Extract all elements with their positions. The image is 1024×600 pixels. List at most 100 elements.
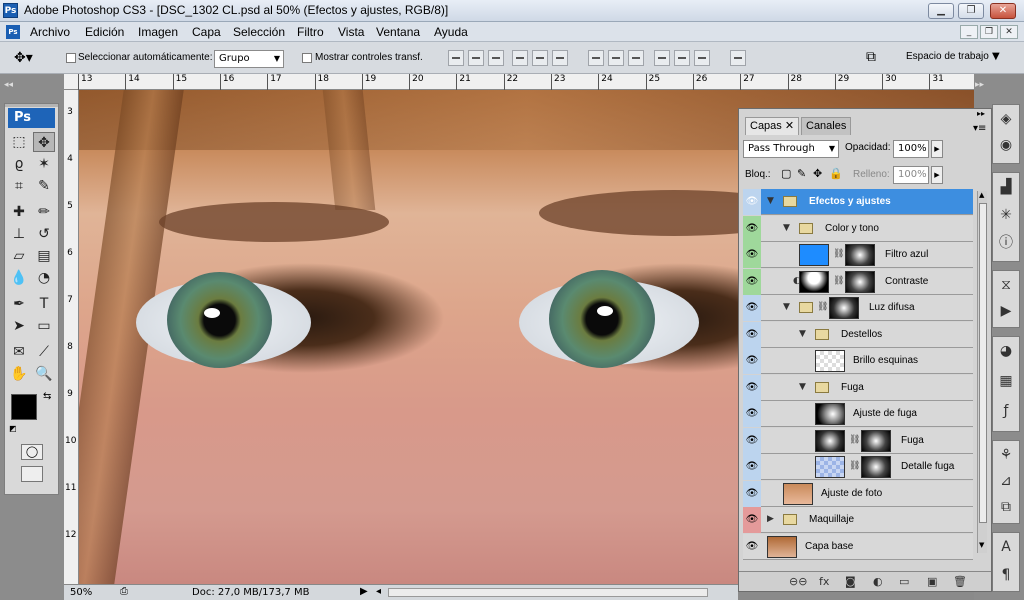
pen-tool-icon[interactable]: ✒ [8,294,30,314]
visibility-eye-icon[interactable]: 👁 [743,534,761,560]
layer-row[interactable]: 👁 ▼ Color y tono [743,215,973,242]
document-icon[interactable]: Ps [6,25,20,39]
opacity-input[interactable]: 100% [893,140,929,158]
path-selection-tool-icon[interactable]: ➤ [8,316,30,336]
link-layers-icon[interactable]: ⊖⊖ [789,575,807,588]
add-mask-icon[interactable]: ◙ [845,575,856,588]
doc-minimize-button[interactable]: _ [960,25,978,39]
layer-row[interactable]: 👁 ⛓ Detalle fuga [743,454,973,480]
auto-select-checkbox[interactable] [66,53,76,63]
menu-imagen[interactable]: Imagen [138,25,178,39]
auto-select-dropdown[interactable]: Grupo ▼ [214,50,284,68]
brush-tool-icon[interactable]: ✏ [33,202,55,222]
info-icon[interactable]: ⓘ [996,233,1016,253]
expand-triangle-icon[interactable]: ▼ [799,329,806,339]
channels-icon[interactable]: ◉ [996,135,1016,155]
doc-close-button[interactable]: ✕ [1000,25,1018,39]
tool-presets-icon[interactable]: ⊿ [996,471,1016,491]
export-icon[interactable]: ⎙ [120,586,128,597]
foreground-color-swatch[interactable] [11,394,37,420]
layer-thumbnail[interactable] [767,535,797,558]
clone-stamp-tool-icon[interactable]: ⊥ [8,224,30,244]
lock-position-icon[interactable]: ✥ [813,167,822,180]
clone-source-icon[interactable]: ⧉ [996,497,1016,517]
status-menu-arrow-icon[interactable]: ▶ [360,586,368,597]
visibility-eye-icon[interactable]: 👁 [743,507,761,533]
visibility-eye-icon[interactable]: 👁 [743,454,761,480]
histogram-icon[interactable]: ▟ [996,177,1016,197]
layer-style-icon[interactable]: fx [819,575,829,588]
layer-thumbnail[interactable] [799,244,829,266]
collapse-arrows-icon[interactable]: ◂◂ [4,80,13,90]
paragraph-icon[interactable]: ¶ [996,565,1016,585]
scroll-left-arrow-icon[interactable]: ◂ [376,586,381,597]
history-brush-tool-icon[interactable]: ↺ [33,224,55,244]
menu-ventana[interactable]: Ventana [376,25,420,39]
layer-thumbnail[interactable] [815,350,845,372]
swatches-icon[interactable]: ▦ [996,371,1016,391]
move-tool-icon[interactable]: ✥▾ [14,50,33,66]
new-adjustment-icon[interactable]: ◐ [873,575,883,588]
menu-seleccion[interactable]: Selección [233,25,285,39]
visibility-eye-icon[interactable]: 👁 [743,427,761,454]
auto-align-button[interactable] [730,50,746,66]
zoom-tool-icon[interactable]: 🔍 [33,364,55,384]
styles-icon[interactable]: ƒ [996,401,1016,421]
expand-triangle-icon[interactable]: ▶ [767,514,774,524]
tools-panel-header[interactable] [5,104,58,107]
lock-pixels-icon[interactable]: ✎ [797,167,806,180]
type-tool-icon[interactable]: T [33,294,55,314]
crop-tool-icon[interactable]: ⌗ [8,176,30,196]
link-icon[interactable]: ⛓ [833,276,844,286]
scroll-down-icon[interactable]: ▼ [979,541,984,549]
tab-capas[interactable]: Capas ✕ [745,117,800,135]
maximize-button[interactable]: ❐ [958,3,984,19]
layer-mask-thumbnail[interactable] [845,244,875,266]
zoom-level[interactable]: 50% [70,587,92,598]
navigator-icon[interactable]: ✳ [996,205,1016,225]
menu-capa[interactable]: Capa [192,25,221,39]
visibility-eye-icon[interactable]: 👁 [743,215,761,242]
quick-mask-button[interactable]: ◯ [21,444,43,460]
show-transform-checkbox[interactable] [302,53,312,63]
link-icon[interactable]: ⛓ [849,461,860,471]
distribute-vcenter-button[interactable] [608,50,624,66]
color-icon[interactable]: ◕ [996,341,1016,361]
layers-icon[interactable]: ◈ [996,109,1016,129]
layer-row[interactable]: 👁 ▼ Efectos y ajustes [743,189,973,215]
layers-scroll-thumb[interactable] [979,203,987,523]
blend-mode-dropdown[interactable]: Pass Through ▼ [743,140,839,158]
distribute-hcenter-button[interactable] [674,50,690,66]
magic-wand-tool-icon[interactable]: ✶ [33,154,55,174]
workspace-menu[interactable]: Espacio de trabajo [906,51,989,62]
scroll-up-icon[interactable]: ▲ [979,191,984,199]
menu-archivo[interactable]: Archivo [30,25,70,39]
brushes-icon[interactable]: ⚘ [996,445,1016,465]
layer-thumbnail[interactable] [815,456,845,478]
visibility-eye-icon[interactable]: 👁 [743,295,761,321]
marquee-tool-icon[interactable]: ⬚ [8,132,30,152]
delete-layer-icon[interactable]: 🗑 [953,575,967,588]
expand-triangle-icon[interactable]: ▼ [767,196,774,206]
distribute-top-button[interactable] [588,50,604,66]
menu-filtro[interactable]: Filtro [297,25,324,39]
panel-collapse-icon[interactable]: ▸▸ [977,109,985,118]
opacity-arrow-icon[interactable]: ▶ [931,140,943,158]
distribute-bottom-button[interactable] [628,50,644,66]
lock-transparency-icon[interactable]: ▢ [781,167,791,180]
align-bottom-button[interactable] [488,50,504,66]
panel-menu-icon[interactable]: ▾≡ [973,123,986,134]
close-button[interactable]: ✕ [990,3,1016,19]
notes-tool-icon[interactable]: ✉ [8,342,30,362]
expand-arrows-icon[interactable]: ▸▸ [975,80,984,90]
gradient-tool-icon[interactable]: ▤ [33,246,55,266]
layer-row[interactable]: 👁 Brillo esquinas [743,348,973,374]
expand-triangle-icon[interactable]: ▼ [783,223,790,233]
visibility-eye-icon[interactable]: 👁 [743,189,761,215]
layer-thumbnail[interactable] [815,403,845,425]
horizontal-scrollbar[interactable] [388,588,708,597]
actions-icon[interactable]: ▶ [996,301,1016,321]
layer-mask-thumbnail[interactable] [861,429,891,452]
move-tool-icon[interactable]: ✥ [33,132,55,152]
eraser-tool-icon[interactable]: ▱ [8,246,30,266]
